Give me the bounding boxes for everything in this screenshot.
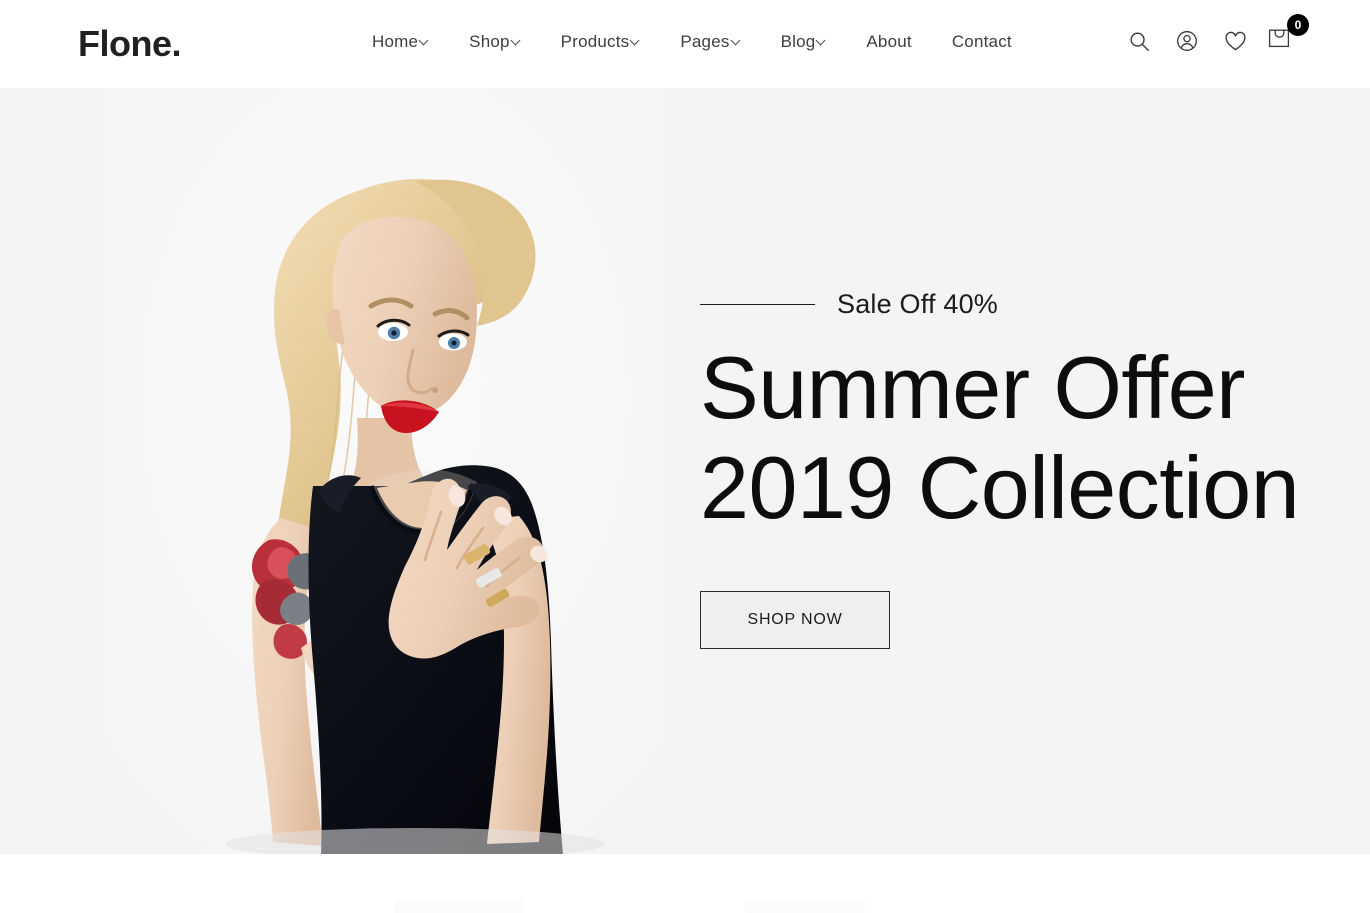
chevron-down-icon bbox=[631, 36, 640, 45]
nav-item-home[interactable]: Home bbox=[352, 27, 449, 57]
shop-now-button[interactable]: SHOP NOW bbox=[700, 590, 890, 649]
nav-item-blog[interactable]: Blog bbox=[761, 27, 847, 57]
user-account-icon bbox=[1177, 31, 1197, 51]
chevron-down-icon bbox=[512, 36, 521, 45]
hero-model-image bbox=[105, 88, 665, 854]
nav-label: Home bbox=[372, 32, 419, 51]
cart-button[interactable]: 0 bbox=[1268, 14, 1309, 56]
nav-item-pages[interactable]: Pages bbox=[660, 27, 760, 57]
cart-count-badge: 0 bbox=[1287, 14, 1309, 36]
nav-label: Pages bbox=[680, 32, 730, 51]
page-root: Flone. Home Shop Products Pages Blog Abo… bbox=[0, 0, 1370, 913]
nav-item-shop[interactable]: Shop bbox=[449, 27, 541, 57]
hero-banner: Sale Off 40% Summer Offer 2019 Collectio… bbox=[0, 88, 1370, 854]
search-icon bbox=[1130, 32, 1149, 51]
nav-item-about[interactable]: About bbox=[846, 27, 931, 57]
eyebrow-rule bbox=[700, 303, 815, 305]
hero-title-line-2: 2019 Collection bbox=[700, 438, 1300, 538]
main-navigation: Home Shop Products Pages Blog About Cont… bbox=[352, 27, 1032, 57]
header-actions: 0 bbox=[1124, 14, 1309, 56]
nav-label: Contact bbox=[951, 32, 1012, 51]
site-header: Flone. Home Shop Products Pages Blog Abo… bbox=[0, 0, 1370, 88]
hero-eyebrow: Sale Off 40% bbox=[700, 288, 1300, 320]
below-fold-section bbox=[0, 854, 1370, 913]
nav-label: Shop bbox=[469, 32, 510, 51]
hero-title-line-1: Summer Offer bbox=[700, 338, 1245, 437]
hero-title: Summer Offer 2019 Collection bbox=[700, 338, 1300, 539]
chevron-down-icon bbox=[817, 36, 826, 45]
hero-copy: Sale Off 40% Summer Offer 2019 Collectio… bbox=[700, 288, 1300, 649]
nav-item-contact[interactable]: Contact bbox=[932, 27, 1032, 57]
next-section-placeholder bbox=[395, 900, 523, 913]
nav-label: Products bbox=[560, 32, 630, 51]
heart-icon bbox=[1224, 31, 1246, 50]
nav-label: Blog bbox=[780, 32, 816, 51]
hero-eyebrow-text: Sale Off 40% bbox=[837, 289, 998, 319]
account-button[interactable] bbox=[1172, 26, 1202, 56]
chevron-down-icon bbox=[732, 36, 741, 45]
model-illustration bbox=[105, 88, 665, 854]
chevron-down-icon bbox=[420, 36, 429, 45]
nav-label: About bbox=[866, 32, 912, 51]
nav-item-products[interactable]: Products bbox=[541, 27, 661, 57]
shopping-bag-icon bbox=[1268, 29, 1290, 48]
site-logo[interactable]: Flone. bbox=[78, 22, 182, 66]
wishlist-button[interactable] bbox=[1220, 26, 1250, 56]
search-button[interactable] bbox=[1124, 26, 1154, 56]
next-section-placeholder bbox=[745, 900, 865, 913]
